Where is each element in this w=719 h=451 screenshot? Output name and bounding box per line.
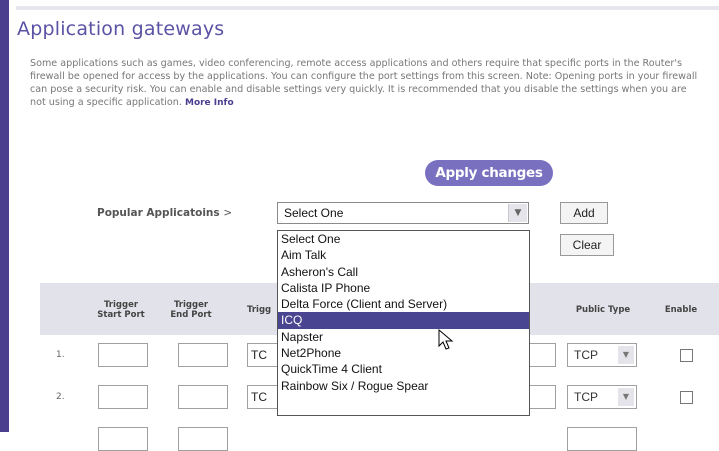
enable-checkbox[interactable]: [680, 349, 693, 362]
public-type-value: TCP: [574, 390, 598, 404]
mouse-pointer-icon: [438, 329, 454, 350]
dropdown-option[interactable]: Asheron's Call: [278, 264, 529, 280]
header-trigger-type: Trigg: [247, 305, 272, 315]
popular-label-arrow: >: [223, 207, 233, 219]
add-button[interactable]: Add: [560, 202, 608, 224]
more-info-link[interactable]: More Info: [185, 98, 234, 108]
trigger-start-port-input[interactable]: [98, 343, 148, 367]
trigger-type-value: TC: [251, 390, 267, 404]
public-type-select[interactable]: TCP ▼: [567, 343, 637, 367]
dropdown-option[interactable]: Aim Talk: [278, 247, 529, 263]
chevron-down-icon[interactable]: ▼: [508, 204, 527, 222]
header-trigger-start-port: Trigger Start Port: [97, 300, 145, 320]
page-title: Application gateways: [17, 18, 225, 40]
description-text: Some applications such as games, video c…: [30, 57, 705, 110]
popular-applications-select[interactable]: Select One ▼: [277, 202, 529, 224]
popular-label-text: Popular Applicatoins: [97, 207, 220, 219]
trigger-type-select[interactable]: TC: [247, 385, 280, 409]
public-port-input[interactable]: [528, 385, 556, 409]
header-public-type: Public Type: [575, 305, 631, 315]
trigger-end-port-input[interactable]: [178, 427, 228, 451]
row-number: 2.: [56, 392, 65, 402]
public-type-select[interactable]: TCP ▼: [567, 385, 637, 409]
clear-button[interactable]: Clear: [560, 234, 614, 256]
trigger-end-port-input[interactable]: [178, 385, 228, 409]
dropdown-option[interactable]: Calista IP Phone: [278, 280, 529, 296]
header-enable: Enable: [664, 305, 698, 315]
trigger-type-value: TC: [251, 348, 267, 362]
description-body: Some applications such as games, video c…: [30, 58, 698, 108]
selected-value: Select One: [284, 206, 344, 220]
applications-dropdown-list[interactable]: Select One Aim Talk Asheron's Call Calis…: [277, 230, 530, 416]
dropdown-option[interactable]: Net2Phone: [278, 345, 529, 361]
trigger-start-port-input[interactable]: [98, 427, 148, 451]
header-trigger-end-port: Trigger End Port: [170, 300, 212, 320]
public-type-select[interactable]: [567, 427, 637, 451]
dropdown-option[interactable]: Select One: [278, 231, 529, 247]
dropdown-option[interactable]: QuickTime 4 Client: [278, 361, 529, 377]
dropdown-option[interactable]: Napster: [278, 329, 529, 345]
dropdown-option[interactable]: Rainbow Six / Rogue Spear: [278, 378, 529, 394]
chevron-down-icon: ▼: [618, 388, 634, 406]
apply-changes-button[interactable]: Apply changes: [425, 160, 553, 186]
trigger-end-port-input[interactable]: [178, 343, 228, 367]
trigger-start-port-input[interactable]: [98, 385, 148, 409]
public-type-value: TCP: [574, 348, 598, 362]
dropdown-option[interactable]: Delta Force (Client and Server): [278, 296, 529, 312]
top-divider: [16, 6, 719, 10]
chevron-down-icon: ▼: [618, 346, 634, 364]
dropdown-option-highlighted[interactable]: ICQ: [278, 312, 529, 329]
public-port-input[interactable]: [528, 343, 556, 367]
row-number: 1.: [56, 350, 65, 360]
enable-checkbox[interactable]: [680, 391, 693, 404]
trigger-type-select[interactable]: TC: [247, 343, 280, 367]
popular-applications-label: Popular Applicatoins >: [97, 207, 232, 219]
left-accent-bar: [0, 0, 9, 432]
